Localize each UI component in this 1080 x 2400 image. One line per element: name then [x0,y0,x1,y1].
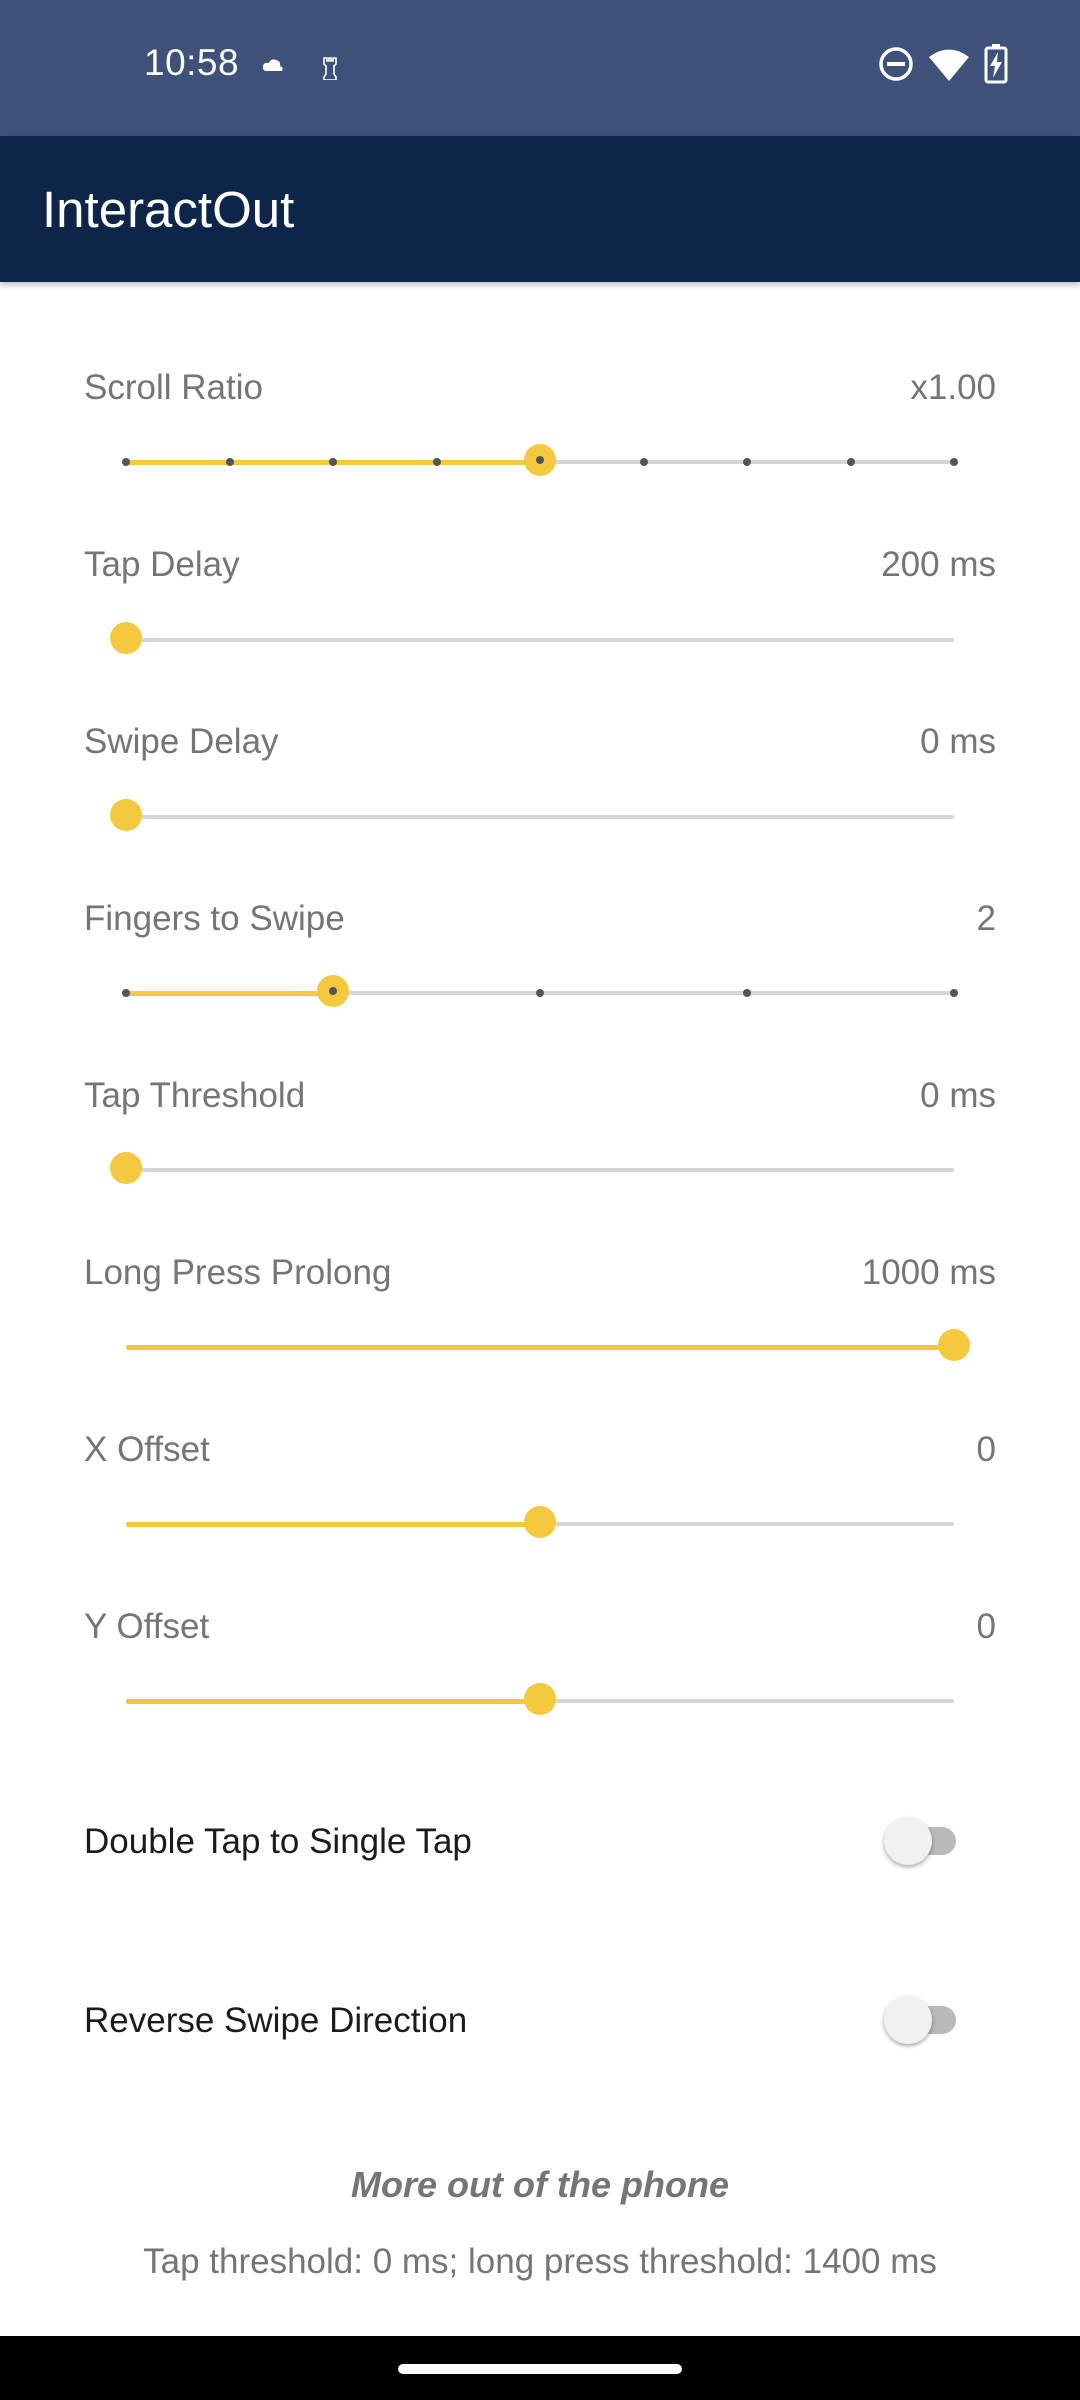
long-press-prolong-value: 1000 ms [861,1253,996,1292]
long-press-prolong-label: Long Press Prolong [84,1253,392,1292]
slider-active-track [126,1522,540,1527]
swipe-delay-label: Swipe Delay [84,722,279,761]
slider-tick [432,458,441,466]
battery-charging-icon [984,44,1008,89]
double-tap-toggle-label: Double Tap to Single Tap [84,1822,472,1861]
fingers-to-swipe-value: 2 [976,899,996,938]
tap-threshold-slider[interactable] [110,1150,954,1190]
slider-tick [122,989,130,997]
slider-thumb[interactable] [110,622,142,654]
status-time: 10:58 [144,42,240,83]
switch-thumb [884,1817,932,1865]
do-not-disturb-icon [878,46,914,87]
fingers-to-swipe-label: Fingers to Swipe [84,899,345,938]
slider-thumb[interactable] [524,444,556,476]
slider-tick [950,989,958,997]
slider-tick [639,458,648,466]
scroll-ratio-label: Scroll Ratio [84,368,263,407]
chess-rook-icon [322,56,338,85]
slider-thumb[interactable] [938,1329,970,1361]
app-title: InteractOut [42,181,295,238]
tap-delay-value: 200 ms [881,545,996,584]
app-bar: InteractOut [0,136,1080,282]
slider-track [126,1168,954,1172]
fingers-to-swipe-slider[interactable] [122,973,958,1013]
slider-tick [743,989,751,997]
tap-delay-label: Tap Delay [84,545,240,584]
x-offset-label: X Offset [84,1430,210,1469]
y-offset-label: Y Offset [84,1607,210,1646]
double-tap-switch[interactable] [884,1815,966,1865]
slider-active-track [126,1699,540,1704]
slider-thumb[interactable] [317,975,349,1007]
swipe-delay-value: 0 ms [920,722,996,761]
slider-thumb[interactable] [524,1683,556,1715]
slider-active-track [126,991,333,996]
reverse-swipe-toggle-label: Reverse Swipe Direction [84,2001,468,2040]
slider-thumb[interactable] [110,1152,142,1184]
tap-threshold-value: 0 ms [920,1076,996,1115]
slider-tick [950,458,958,466]
slider-tick [536,989,544,997]
tap-delay-slider[interactable] [110,620,954,660]
status-bar: 10:58 [0,0,1080,136]
cloud-icon [262,58,284,77]
wifi-icon [928,48,970,87]
slider-tick [225,458,234,466]
slider-active-track [126,1345,954,1350]
threshold-info: Tap threshold: 0 ms; long press threshol… [143,2242,937,2281]
slider-track [126,638,954,642]
home-gesture-handle[interactable] [398,2364,682,2374]
slider-tick [743,458,751,466]
x-offset-value: 0 [976,1430,996,1469]
reverse-swipe-switch[interactable] [884,1994,966,2044]
y-offset-slider[interactable] [126,1681,954,1721]
navigation-bar [0,2336,1080,2400]
long-press-prolong-slider[interactable] [126,1327,970,1367]
slider-thumb-tick [536,456,544,464]
tap-threshold-label: Tap Threshold [84,1076,306,1115]
slider-thumb[interactable] [524,1506,556,1538]
slider-track [126,815,954,819]
switch-thumb [884,1996,932,2044]
slider-thumb[interactable] [110,799,142,831]
slider-tick [122,458,130,466]
tagline: More out of the phone [351,2164,729,2205]
slider-thumb-tick [329,987,337,995]
y-offset-value: 0 [976,1607,996,1646]
scroll-ratio-slider[interactable] [122,442,958,482]
swipe-delay-slider[interactable] [110,797,954,837]
scroll-ratio-value: x1.00 [910,368,996,407]
slider-tick [329,458,337,466]
x-offset-slider[interactable] [126,1504,954,1544]
slider-tick [846,458,855,466]
